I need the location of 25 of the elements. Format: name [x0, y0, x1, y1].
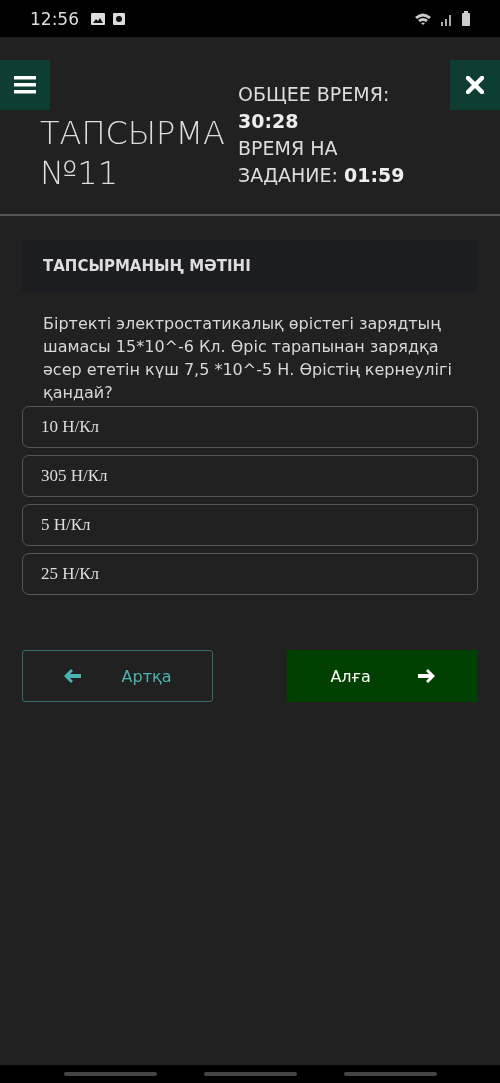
- close-icon: [466, 76, 484, 94]
- image-icon: [91, 12, 105, 25]
- clock-icon: [113, 12, 125, 25]
- menu-button[interactable]: [0, 60, 50, 110]
- nav-bar-handle[interactable]: [203, 1072, 297, 1076]
- arrow-right-icon: [417, 669, 435, 683]
- nav-bar-handle[interactable]: [63, 1072, 157, 1076]
- wifi-icon: [414, 11, 432, 26]
- answer-option[interactable]: 305 Н/Кл: [22, 455, 478, 497]
- section-heading: ТАПСЫРМАНЫҢ МӘТІНІ: [22, 240, 478, 292]
- menu-icon: [14, 76, 36, 94]
- battery-icon: [462, 11, 470, 26]
- answer-option[interactable]: 10 Н/Кл: [22, 406, 478, 448]
- task-time: ВРЕМЯ НА ЗАДАНИЕ: 01:59: [238, 136, 406, 188]
- status-time: 12:56: [30, 8, 79, 29]
- close-button[interactable]: [450, 60, 500, 110]
- arrow-left-icon: [63, 669, 81, 683]
- answer-option[interactable]: 25 Н/Кл: [22, 553, 478, 595]
- question-text: Біртекті электростатикалық өрістегі зарядтың шамасы 15*10^-6 Кл. Өріс тарапынан зарядқа әсер ететін күш 7,5 *10^-5 Н. Өрістің кернеулігі қандай?: [42, 313, 453, 404]
- back-button[interactable]: Артқа: [22, 650, 213, 702]
- task-title: ТАПСЫРМА №11: [40, 113, 226, 193]
- total-time: ОБЩЕЕ ВРЕМЯ: 30:28: [238, 82, 391, 134]
- next-button[interactable]: Алға: [287, 650, 478, 702]
- answer-option[interactable]: 5 Н/Кл: [22, 504, 478, 546]
- nav-bar-handle[interactable]: [343, 1072, 437, 1076]
